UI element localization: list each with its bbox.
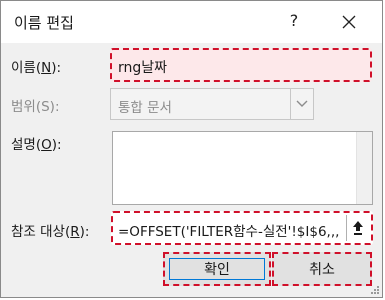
edit-name-dialog: 이름 편집 ? 이름(N): rng날짜 범위(S): 통합 문서 설명(O):… — [0, 0, 383, 298]
chevron-down-icon — [296, 100, 308, 107]
ok-button-focus: 확인 — [169, 258, 265, 280]
description-label: 설명(O): — [11, 137, 62, 153]
ok-button[interactable]: 확인 — [163, 252, 271, 286]
name-input[interactable]: rng날짜 — [110, 48, 372, 82]
scope-label: 범위(S): — [11, 99, 60, 115]
description-textarea[interactable] — [112, 131, 373, 205]
reference-label: 참조 대상(R): — [11, 224, 90, 240]
description-scrollbar[interactable] — [356, 132, 372, 204]
name-label: 이름(N): — [11, 60, 62, 76]
resize-grip-icon[interactable] — [370, 285, 380, 295]
close-button[interactable] — [337, 10, 361, 34]
range-select-button[interactable] — [346, 215, 369, 241]
reference-value: =OFFSET('FILTER함수-실전'!$I$6,,, — [118, 224, 340, 240]
cancel-button[interactable]: 취소 — [272, 252, 372, 286]
scope-dropdown-button — [290, 89, 313, 119]
scope-value: 통합 문서 — [118, 100, 172, 116]
reference-input[interactable]: =OFFSET('FILTER함수-실전'!$I$6,,, — [111, 211, 373, 245]
dialog-title: 이름 편집 — [14, 14, 74, 32]
title-bar: 이름 편집 ? — [1, 1, 382, 43]
help-button[interactable]: ? — [283, 10, 305, 32]
range-select-icon — [353, 221, 363, 235]
close-icon — [342, 15, 356, 29]
scope-select: 통합 문서 — [110, 88, 314, 120]
